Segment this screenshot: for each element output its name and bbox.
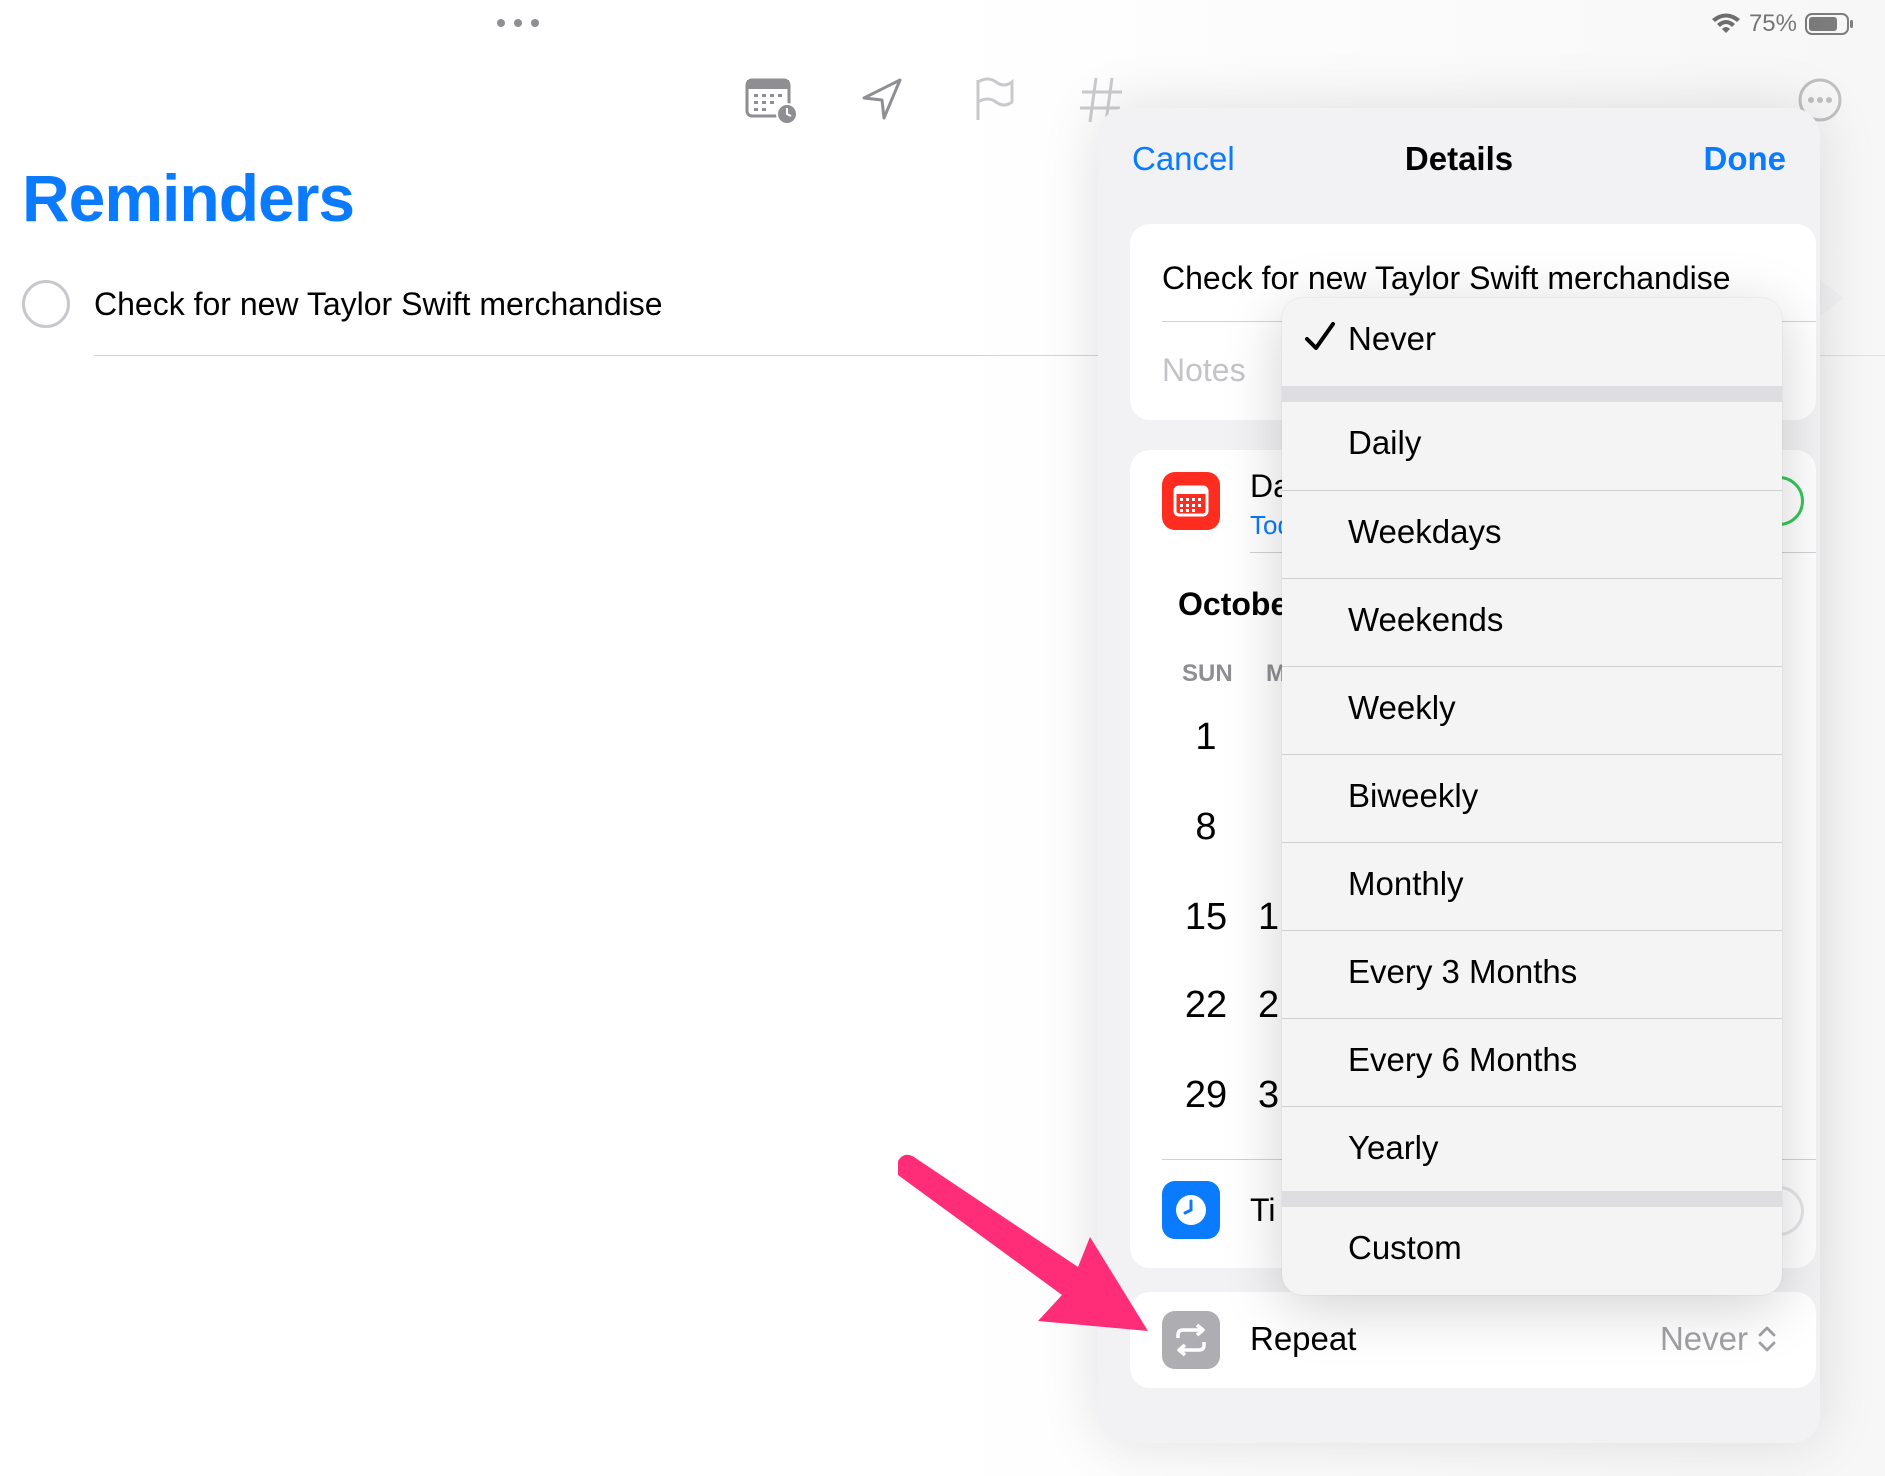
calendar-day[interactable]: 1 — [1166, 716, 1246, 759]
status-indicators: 75% — [1711, 10, 1855, 38]
menu-label: Weekly — [1348, 689, 1456, 726]
repeat-icon — [1162, 1311, 1220, 1369]
menu-label: Yearly — [1348, 1129, 1439, 1166]
repeat-value-text: Never — [1659, 1320, 1748, 1357]
menu-group-separator — [1282, 386, 1782, 402]
menu-label: Every 3 Months — [1348, 953, 1578, 990]
menu-label: Weekdays — [1348, 513, 1502, 550]
calendar-month-label[interactable]: Octobe — [1178, 586, 1288, 623]
menu-item-monthly[interactable]: Monthly — [1282, 843, 1782, 931]
reminder-row[interactable]: Check for new Taylor Swift merchandise — [22, 278, 1092, 358]
battery-icon — [1805, 13, 1853, 35]
menu-item-yearly[interactable]: Yearly — [1282, 1107, 1782, 1195]
reminder-text[interactable]: Check for new Taylor Swift merchandise — [94, 286, 663, 323]
calendar-day[interactable]: 29 — [1166, 1074, 1246, 1117]
menu-item-biweekly[interactable]: Biweekly — [1282, 755, 1782, 843]
menu-item-weekly[interactable]: Weekly — [1282, 667, 1782, 755]
annotation-arrow-icon — [898, 1154, 1148, 1331]
menu-group-separator — [1282, 1191, 1782, 1207]
menu-label: Monthly — [1348, 865, 1464, 902]
reminder-title-field[interactable]: Check for new Taylor Swift merchandise — [1162, 260, 1731, 297]
calendar-day[interactable]: 8 — [1166, 806, 1246, 849]
complete-circle-button[interactable] — [22, 280, 70, 328]
menu-item-weekends[interactable]: Weekends — [1282, 579, 1782, 667]
menu-label: Never — [1348, 320, 1437, 357]
menu-item-weekdays[interactable]: Weekdays — [1282, 491, 1782, 579]
repeat-value[interactable]: Never — [1660, 1320, 1778, 1358]
time-label: Ti — [1250, 1192, 1276, 1228]
menu-item-daily[interactable]: Daily — [1282, 402, 1782, 490]
battery-percentage: 75% — [1748, 10, 1797, 37]
calendar-day[interactable]: 22 — [1166, 984, 1246, 1027]
menu-item-every-3-months[interactable]: Every 3 Months — [1282, 931, 1782, 1019]
multitasking-dots-icon[interactable] — [496, 18, 540, 28]
weekday-header: SUN — [1182, 660, 1233, 687]
menu-label: Custom — [1348, 1229, 1462, 1266]
flag-icon[interactable] — [964, 70, 1024, 130]
menu-item-every-6-months[interactable]: Every 6 Months — [1282, 1019, 1782, 1107]
clock-icon — [1162, 1181, 1220, 1239]
repeat-label: Repeat — [1250, 1320, 1357, 1357]
menu-label: Weekends — [1348, 601, 1504, 638]
repeat-menu: Never Daily Weekdays Weekends Weekly Biw… — [1282, 298, 1782, 1295]
menu-label: Biweekly — [1348, 777, 1479, 814]
menu-label: Daily — [1348, 424, 1422, 461]
calendar-icon — [1162, 472, 1220, 530]
status-bar: 75% — [0, 0, 1885, 48]
popover-pointer — [1818, 278, 1844, 318]
menu-label: Every 6 Months — [1348, 1041, 1578, 1078]
wifi-icon — [1711, 13, 1740, 33]
menu-item-custom[interactable]: Custom — [1282, 1207, 1782, 1295]
location-arrow-icon[interactable] — [852, 70, 912, 130]
page-title: Reminders — [22, 161, 355, 235]
calendar-day[interactable]: 15 — [1166, 896, 1246, 939]
menu-item-never[interactable]: Never — [1282, 298, 1782, 386]
notes-field[interactable]: Notes — [1162, 352, 1246, 389]
done-button[interactable]: Done — [1704, 140, 1787, 178]
calendar-clock-icon[interactable] — [740, 70, 800, 130]
chevron-up-down-icon — [1758, 1326, 1776, 1352]
repeat-row[interactable]: Repeat Never — [1130, 1292, 1816, 1388]
checkmark-icon — [1305, 322, 1335, 350]
